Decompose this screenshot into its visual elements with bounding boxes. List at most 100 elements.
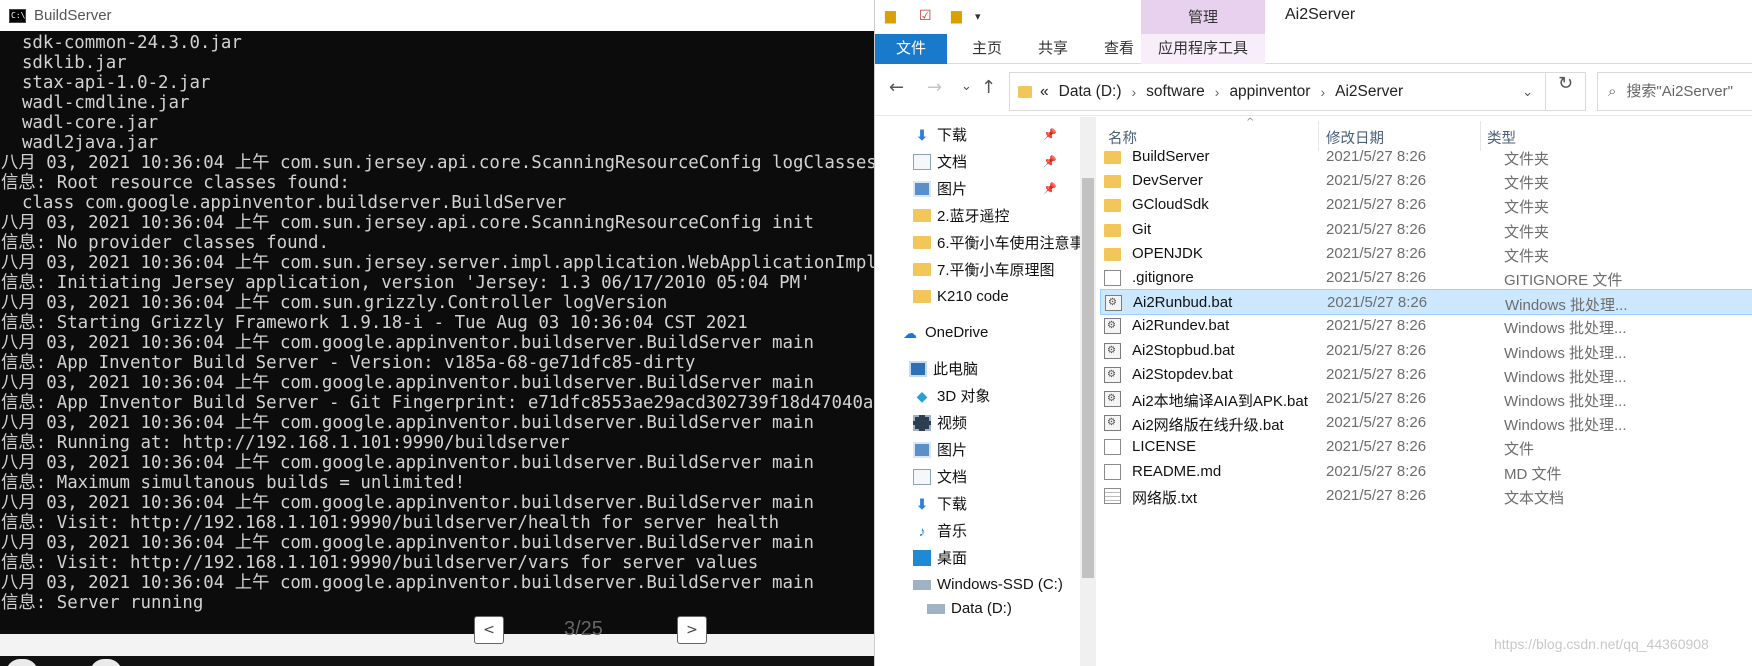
back-button[interactable]: ←: [889, 77, 904, 98]
tab-share[interactable]: 共享: [1023, 34, 1083, 64]
address-overflow[interactable]: «: [1040, 83, 1049, 101]
file-list[interactable]: ^ 名称 修改日期 类型 BuildServer 2021/5/27 8:26 文件…: [1100, 117, 1752, 666]
folder-icon[interactable]: ▆: [885, 8, 896, 24]
file-row[interactable]: Git 2021/5/27 8:26 文件夹: [1100, 217, 1752, 243]
file-type: GITIGNORE 文件: [1504, 272, 1623, 289]
breadcrumb-separator[interactable]: ›: [1320, 84, 1325, 100]
new-folder-icon[interactable]: ▆: [951, 8, 962, 24]
pager-next-button[interactable]: >: [677, 616, 707, 644]
breadcrumb-separator[interactable]: ›: [1132, 84, 1137, 100]
recent-locations-button[interactable]: ⌄: [961, 79, 972, 94]
chevron-down-icon[interactable]: ⌄: [1522, 84, 1533, 100]
console-line: 信息: Visit: http://192.168.1.101:9990/bui…: [1, 513, 780, 533]
breadcrumb-segment[interactable]: Data (D:): [1059, 83, 1122, 101]
file-row[interactable]: Ai2Runbud.bat 2021/5/27 8:26 Windows 批处理..…: [1100, 289, 1752, 316]
nav-item[interactable]: 文档: [913, 463, 967, 490]
this-pc-icon: [909, 360, 927, 377]
nav-item[interactable]: ♪ 音乐: [913, 517, 968, 544]
console-line: 八月 03, 2021 10:36:04 上午 com.google.appin…: [1, 333, 814, 353]
file-row[interactable]: 网络版.txt 2021/5/27 8:26 文本文档: [1100, 483, 1752, 509]
file-row[interactable]: LICENSE 2021/5/27 8:26 文件: [1100, 434, 1752, 460]
download-icon: ⬇: [916, 495, 928, 512]
nav-item-label: 桌面: [937, 550, 968, 567]
console-line: 信息: App Inventor Build Server - Git Fing…: [1, 393, 874, 413]
breadcrumb-segment[interactable]: Ai2Server: [1335, 83, 1403, 101]
customize-toolbar-icon[interactable]: ▾: [975, 10, 981, 23]
pin-icon[interactable]: 📌: [1043, 182, 1057, 195]
console-titlebar[interactable]: BuildServer: [0, 0, 874, 31]
nav-item[interactable]: ⬇ 下载: [913, 490, 967, 517]
folder-icon: [1104, 199, 1121, 213]
file-type: 文件夹: [1504, 199, 1550, 217]
file-date: 2021/5/27 8:26: [1326, 172, 1427, 190]
batch-file-icon: [1104, 318, 1121, 335]
file-row[interactable]: Ai2Stopdev.bat 2021/5/27 8:26 Windows 批处理.…: [1100, 362, 1752, 388]
file-row[interactable]: Ai2网络版在线升级.bat 2021/5/27 8:26 Windows 批处理.…: [1100, 410, 1752, 436]
breadcrumb-separator[interactable]: ›: [1215, 84, 1220, 100]
navigation-pane[interactable]: ⬇ 下载 📌 文档 📌 图片 📌 2.蓝牙遥控 6.平衡小车使用注意事 7.平衡小车原理图 K210…: [875, 117, 1085, 666]
file-explorer-window[interactable]: ▆ ☑ ▆ ▾ 管理 Ai2Server 文件 主页 共享 查看 应用程序工具 …: [874, 0, 1752, 666]
nav-item[interactable]: 2.蓝牙遥控: [913, 202, 1010, 229]
console-line: 信息: Visit: http://192.168.1.101:9990/bui…: [1, 553, 759, 573]
file-type: 文件夹: [1504, 247, 1550, 265]
scrollbar-thumb[interactable]: [1082, 178, 1094, 578]
file-name: LICENSE: [1132, 438, 1197, 456]
nav-item[interactable]: K210 code: [913, 283, 1009, 310]
breadcrumb-segment[interactable]: software: [1146, 83, 1205, 101]
nav-item[interactable]: 图片: [913, 436, 967, 463]
refresh-button[interactable]: ↻: [1546, 72, 1586, 111]
file-row[interactable]: DevServer 2021/5/27 8:26 文件夹: [1100, 168, 1752, 194]
nav-item[interactable]: 6.平衡小车使用注意事: [913, 229, 1085, 256]
tab-file[interactable]: 文件: [875, 34, 947, 64]
breadcrumb-segment[interactable]: appinventor: [1229, 83, 1310, 101]
nav-item[interactable]: 7.平衡小车原理图: [913, 256, 1055, 283]
pager-prev-button[interactable]: <: [474, 616, 504, 644]
file-row[interactable]: Ai2Stopbud.bat 2021/5/27 8:26 Windows 批处理.…: [1100, 338, 1752, 364]
tab-manage[interactable]: 管理: [1141, 0, 1265, 34]
nav-item-label: 2.蓝牙遥控: [937, 208, 1010, 225]
nav-item[interactable]: 此电脑: [909, 355, 978, 382]
nav-item[interactable]: Data (D:): [927, 595, 1012, 622]
forward-button[interactable]: →: [927, 77, 942, 98]
file-row[interactable]: OPENJDK 2021/5/27 8:26 文件夹: [1100, 241, 1752, 267]
pin-icon[interactable]: 📌: [1043, 155, 1057, 168]
file-row[interactable]: Ai2本地编译AIA到APK.bat 2021/5/27 8:26 Windows …: [1100, 386, 1752, 412]
file-row[interactable]: GCloudSdk 2021/5/27 8:26 文件夹: [1100, 192, 1752, 218]
properties-icon[interactable]: ☑: [919, 8, 932, 24]
nav-item[interactable]: 文档: [913, 148, 967, 175]
file-type: Windows 批处理...: [1505, 297, 1628, 315]
file-type: 文本文档: [1504, 489, 1565, 507]
console-window[interactable]: BuildServer sdk-common-24.3.0.jar sdklib…: [0, 0, 874, 666]
nav-item[interactable]: 图片: [913, 175, 967, 202]
file-type: Windows 批处理...: [1504, 393, 1627, 410]
pin-icon[interactable]: 📌: [1043, 128, 1057, 141]
tab-view[interactable]: 查看: [1089, 34, 1149, 64]
file-date: 2021/5/27 8:26: [1326, 317, 1427, 335]
nav-item[interactable]: ◆ 3D 对象: [913, 382, 991, 409]
tab-application-tools[interactable]: 应用程序工具: [1141, 34, 1265, 64]
address-bar[interactable]: « Data (D:) › software › appinventor › A…: [1009, 72, 1546, 111]
file-date: 2021/5/27 8:26: [1326, 365, 1427, 383]
pictures-icon: [913, 180, 931, 197]
nav-item[interactable]: 视频: [913, 409, 967, 436]
nav-item[interactable]: ☁ OneDrive: [901, 319, 988, 346]
file-row[interactable]: README.md 2021/5/27 8:26 MD 文件: [1100, 459, 1752, 485]
file-row[interactable]: Ai2Rundev.bat 2021/5/27 8:26 Windows 批处理..…: [1100, 313, 1752, 339]
tab-home[interactable]: 主页: [957, 34, 1017, 64]
nav-item-label: 文档: [937, 469, 968, 486]
file-type: 文件夹: [1504, 223, 1550, 241]
up-button[interactable]: ↑: [981, 77, 996, 98]
search-input[interactable]: ⌕ 搜索"Ai2Server": [1597, 72, 1752, 111]
file-type: Windows 批处理...: [1504, 368, 1627, 386]
file-row[interactable]: BuildServer 2021/5/27 8:26 文件夹: [1100, 144, 1752, 170]
file-type: 文件夹: [1504, 151, 1550, 168]
console-output[interactable]: sdk-common-24.3.0.jar sdklib.jar stax-ap…: [0, 31, 874, 634]
nav-item[interactable]: 桌面: [913, 544, 967, 571]
nav-item[interactable]: ⬇ 下载: [913, 121, 967, 148]
file-icon: [1104, 439, 1121, 456]
file-name: Ai2网络版在线升级.bat: [1132, 417, 1284, 435]
file-row[interactable]: .gitignore 2021/5/27 8:26 GITIGNORE 文件: [1100, 265, 1752, 291]
onedrive-icon: ☁: [903, 324, 917, 341]
nav-item[interactable]: Windows-SSD (C:): [913, 571, 1063, 598]
file-type: 文件夹: [1504, 175, 1550, 193]
